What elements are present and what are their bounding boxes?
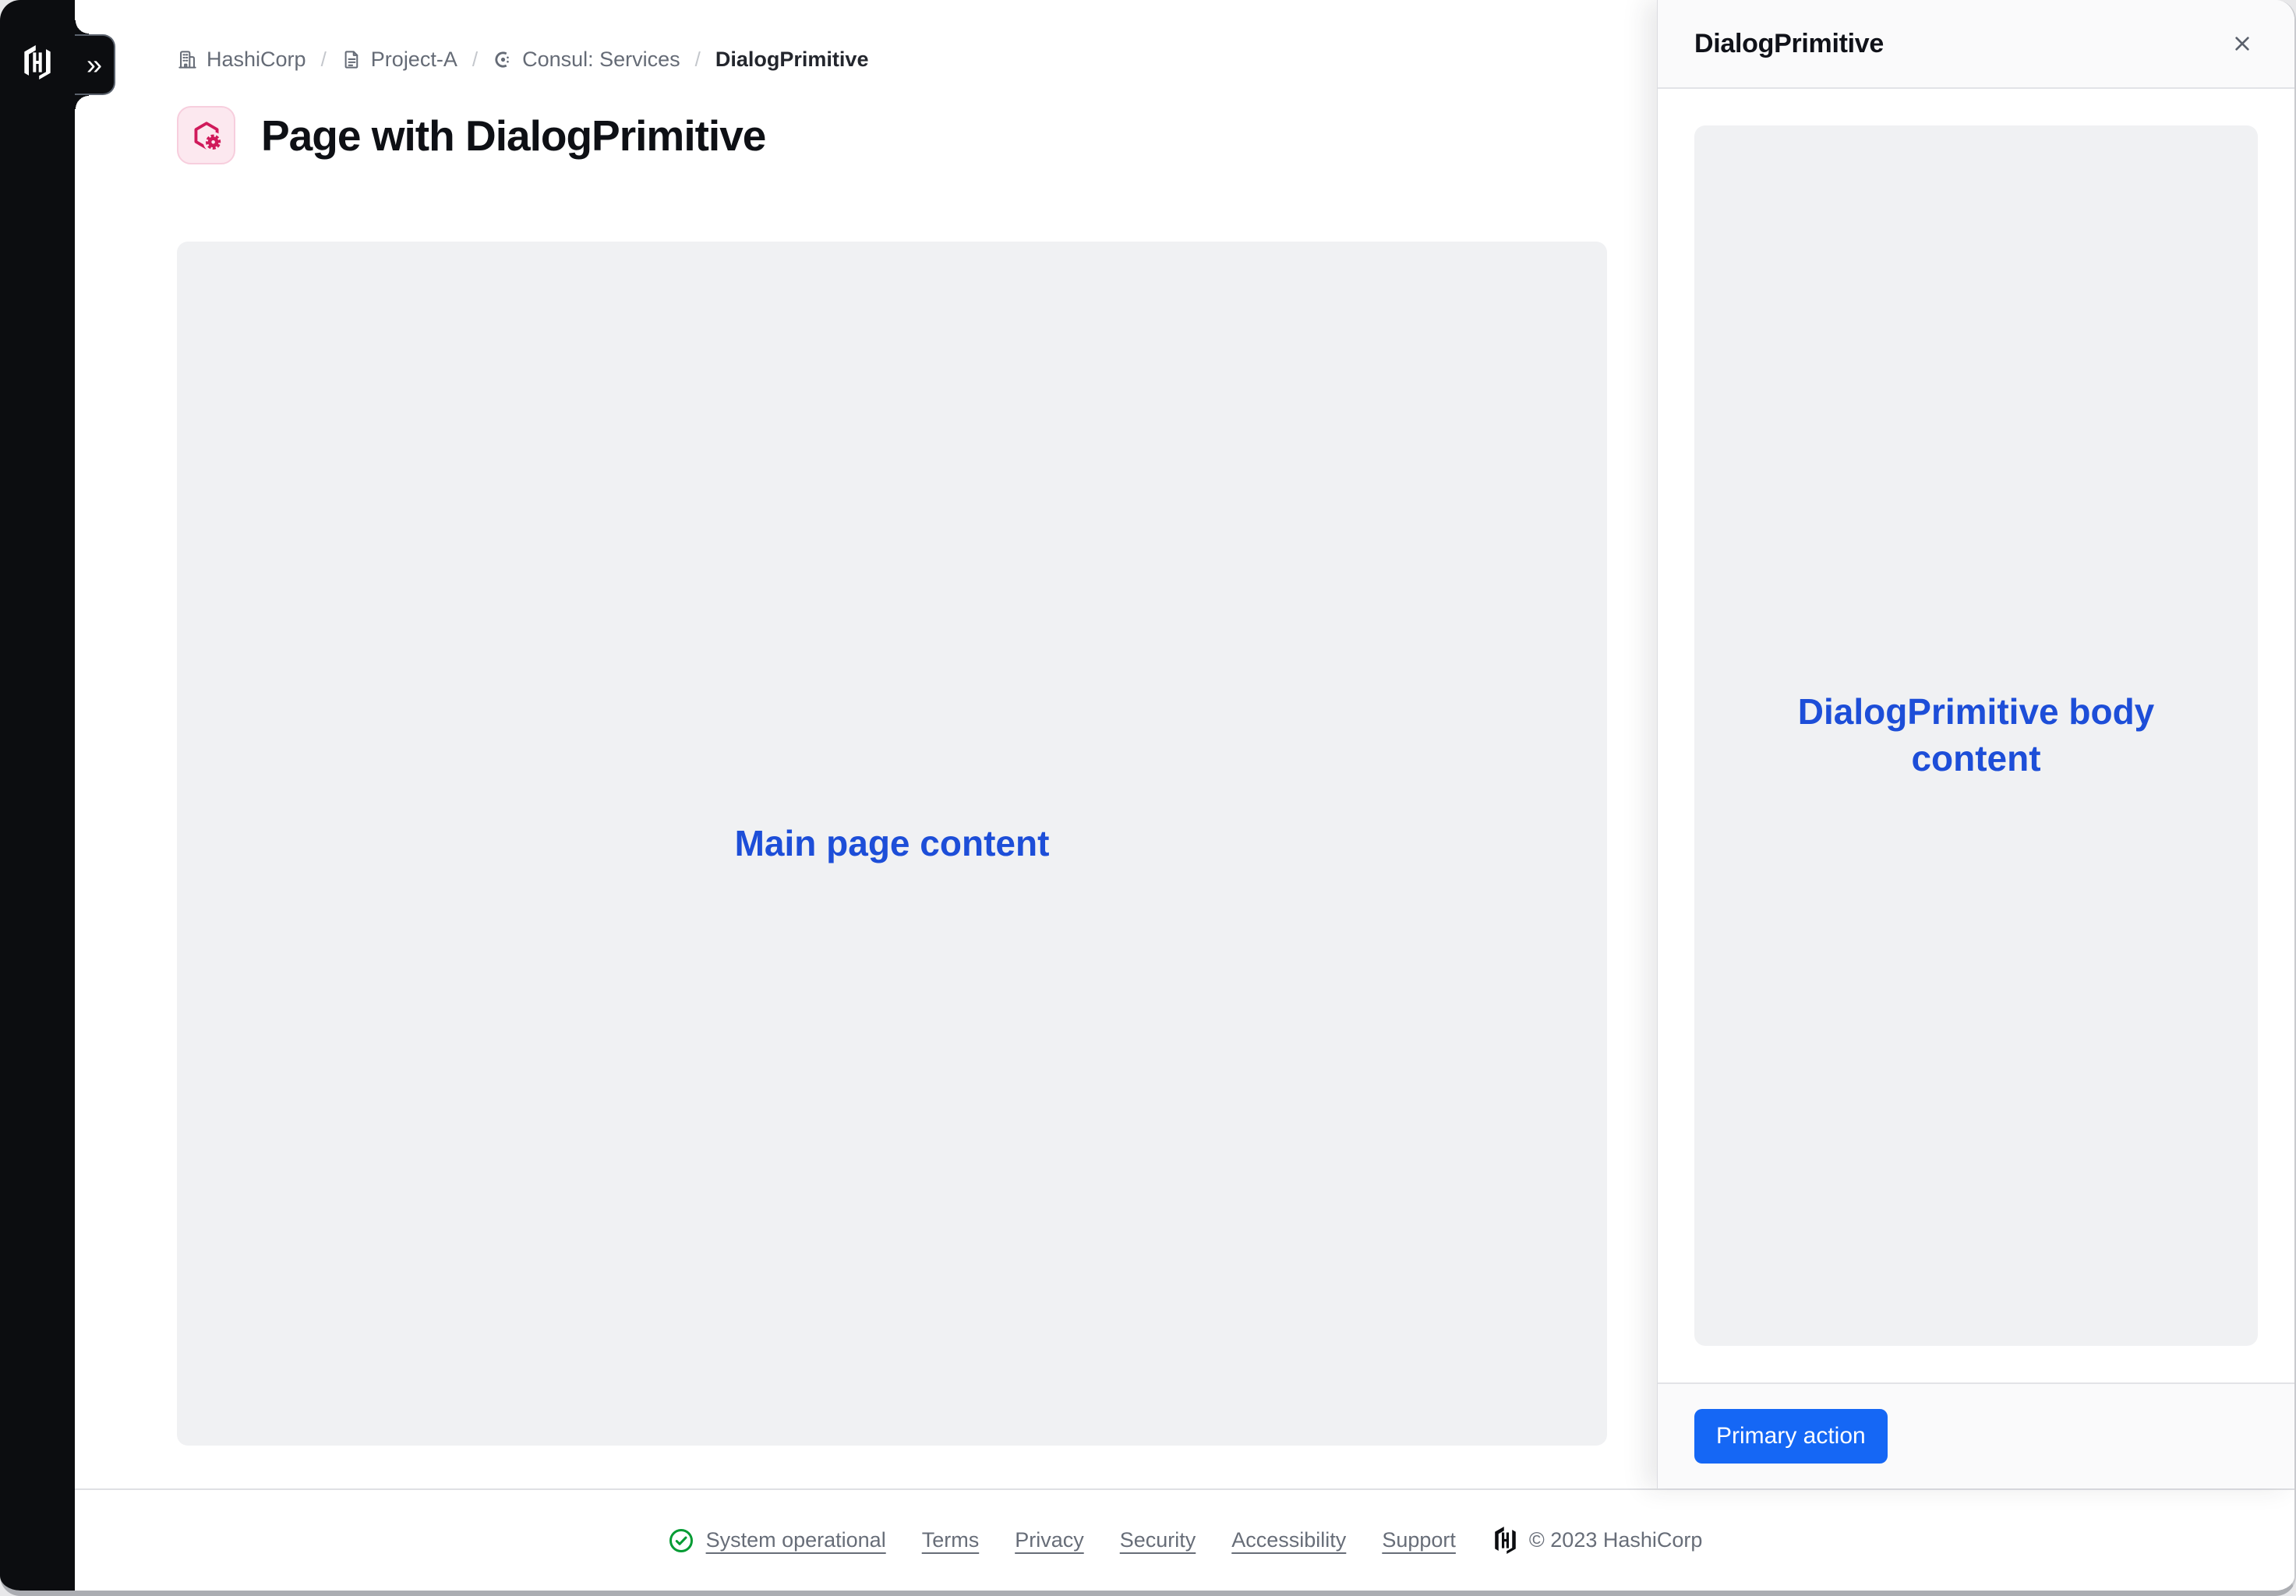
breadcrumb-label: HashiCorp (207, 48, 306, 72)
breadcrumb-separator: / (695, 48, 701, 72)
footer-row: System operational Terms Privacy Securit… (667, 1527, 1703, 1555)
footer-link-accessibility[interactable]: Accessibility (1231, 1528, 1346, 1552)
primary-action-button[interactable]: Primary action (1694, 1409, 1888, 1464)
breadcrumb-separator: / (321, 48, 327, 72)
system-status-label: System operational (706, 1528, 886, 1552)
file-text-icon (341, 49, 362, 70)
breadcrumb-item-hashicorp[interactable]: HashiCorp (177, 48, 306, 72)
system-status-link[interactable]: System operational (667, 1527, 886, 1555)
breadcrumb-item-project-a[interactable]: Project-A (341, 48, 457, 72)
dialog-title: DialogPrimitive (1694, 29, 2224, 59)
app-window: » HashiCorp / Pro (0, 0, 2296, 1596)
footer-link-security[interactable]: Security (1120, 1528, 1196, 1552)
org-building-icon (177, 49, 198, 70)
dialog-placeholder-text: DialogPrimitive body content (1758, 689, 2195, 782)
copyright-text: © 2023 HashiCorp (1529, 1528, 1703, 1552)
chevrons-right-icon: » (87, 51, 102, 79)
dialog-footer: Primary action (1658, 1382, 2294, 1488)
page-title: Page with DialogPrimitive (261, 111, 765, 161)
footer-link-terms[interactable]: Terms (922, 1528, 980, 1552)
dialog-panel: DialogPrimitive DialogPrimitive body con… (1657, 0, 2294, 1488)
copyright: © 2023 HashiCorp (1492, 1527, 1703, 1554)
consul-icon (493, 49, 514, 70)
footer-link-support[interactable]: Support (1382, 1528, 1456, 1552)
breadcrumb-label: DialogPrimitive (715, 48, 869, 72)
hexagon-gear-icon (189, 118, 224, 153)
page-footer: System operational Terms Privacy Securit… (75, 1488, 2294, 1591)
main-content-placeholder: Main page content (177, 242, 1607, 1446)
tab-fillet-top (75, 20, 89, 34)
close-x-icon (2230, 31, 2255, 56)
expand-sidebar-button[interactable]: » (75, 34, 115, 95)
dialog-header: DialogPrimitive (1658, 0, 2294, 89)
app-sidebar (0, 0, 75, 1591)
hashicorp-logo-icon (20, 45, 55, 79)
main-placeholder-text: Main page content (735, 821, 1050, 867)
main-column: HashiCorp / Project-A / Consul: (75, 0, 1658, 1488)
dialog-close-button[interactable] (2224, 26, 2260, 62)
breadcrumb-item-current: DialogPrimitive (715, 48, 869, 72)
hashicorp-logo-icon (1492, 1527, 1519, 1554)
breadcrumb-label: Consul: Services (522, 48, 680, 72)
dialog-body-placeholder: DialogPrimitive body content (1694, 125, 2258, 1346)
check-circle-icon (667, 1527, 695, 1555)
breadcrumb-separator: / (472, 48, 478, 72)
breadcrumb-label: Project-A (371, 48, 457, 72)
breadcrumb-item-consul-services[interactable]: Consul: Services (493, 48, 680, 72)
title-icon-badge (177, 106, 235, 164)
dialog-body: DialogPrimitive body content (1658, 89, 2294, 1382)
breadcrumb: HashiCorp / Project-A / Consul: (177, 44, 868, 75)
footer-link-privacy[interactable]: Privacy (1015, 1528, 1084, 1552)
tab-fillet-bottom (75, 95, 89, 109)
page-title-row: Page with DialogPrimitive (177, 106, 765, 164)
